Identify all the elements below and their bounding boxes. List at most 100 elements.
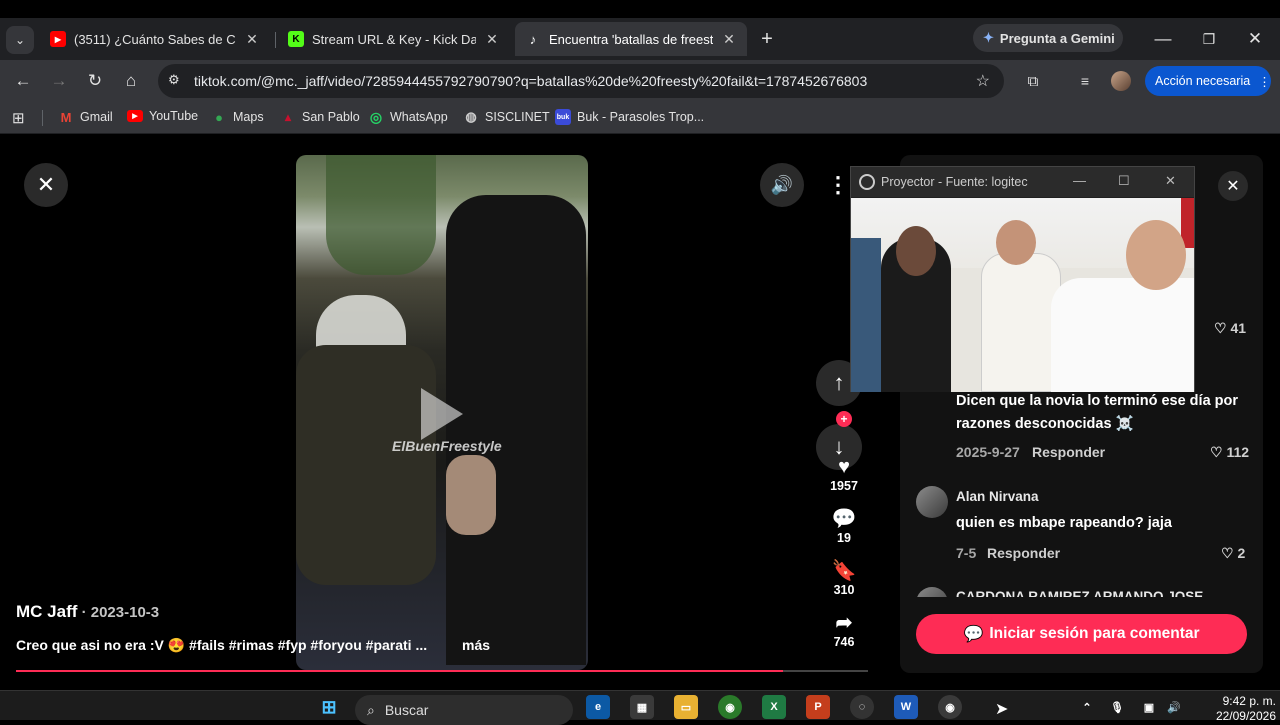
tab-bar: ⌄ ▶ (3511) ¿Cuánto Sabes de CULTU ✕ K St… xyxy=(0,18,1280,60)
word-icon[interactable]: W xyxy=(894,695,918,719)
bookmark-san-pablo[interactable]: ▴ San Pablo xyxy=(280,109,360,125)
video-player[interactable]: ElBuenFreestyle xyxy=(296,155,588,670)
microphone-icon[interactable]: 🎙 xyxy=(1105,695,1129,719)
bookmark-label: Buk - Parasoles Trop... xyxy=(577,110,705,124)
caption-more-link[interactable]: más xyxy=(462,637,490,653)
play-icon[interactable] xyxy=(421,388,463,440)
avatar[interactable] xyxy=(1108,68,1134,94)
bookmark-maps[interactable]: ● Maps xyxy=(211,109,264,125)
reload-button[interactable]: ↻ xyxy=(82,68,108,94)
forward-button[interactable]: → xyxy=(46,68,72,94)
close-panel-button[interactable]: ✕ xyxy=(1218,171,1248,201)
avatar[interactable] xyxy=(916,587,948,597)
bookmark-whatsapp[interactable]: ◎ WhatsApp xyxy=(368,109,448,125)
san-pablo-icon: ▴ xyxy=(284,110,292,124)
save-action[interactable]: 🔖 310 xyxy=(816,559,872,597)
speaker-icon[interactable]: 🔊 xyxy=(1162,695,1186,719)
tab-kick[interactable]: K Stream URL & Key - Kick Dashb ✕ xyxy=(278,22,510,56)
reply-button[interactable]: Responder xyxy=(1032,444,1105,460)
follow-plus-icon[interactable]: + xyxy=(836,411,852,427)
video-author[interactable]: MC Jaff · 2023-10-3 xyxy=(16,602,159,622)
maximize-button[interactable]: ☐ xyxy=(1118,173,1130,189)
windows-start-icon[interactable]: ⊞ xyxy=(317,695,341,719)
bookmark-buk[interactable]: buk Buk - Parasoles Trop... xyxy=(555,109,704,125)
back-button[interactable]: ← xyxy=(10,68,36,94)
bookmark-star-icon[interactable]: ☆ xyxy=(976,71,990,91)
bookmark-sisclinet[interactable]: ◍ SISCLINET xyxy=(463,109,550,125)
chevron-up-icon[interactable]: ⌃ xyxy=(1075,695,1099,719)
close-icon[interactable]: ✕ xyxy=(721,31,737,48)
volume-button[interactable]: 🔊 xyxy=(760,163,804,207)
tab-separator xyxy=(275,32,276,48)
action-needed-label: Acción necesaria xyxy=(1155,74,1251,88)
network-icon[interactable]: ▣ xyxy=(1137,695,1161,719)
bookmark-youtube[interactable]: ▶ YouTube xyxy=(127,109,198,123)
apps-grid-icon[interactable]: ⊞ xyxy=(12,109,25,127)
extensions-icon[interactable]: ⧉ xyxy=(1020,68,1046,94)
site-info-icon[interactable]: ⚙ xyxy=(168,72,180,88)
comment-text: Dicen que la novia lo terminó ese día po… xyxy=(956,393,1239,432)
commenter-name[interactable]: CARDONA RAMIREZ ARMANDO JOSE xyxy=(956,589,1203,597)
comment-text: quien es mbape rapeando? jaja xyxy=(956,515,1172,531)
taskbar-search[interactable]: ⌕ Buscar xyxy=(355,695,573,725)
address-bar[interactable]: ⚙ tiktok.com/@mc._jaff/video/72859444557… xyxy=(158,64,1004,98)
window-close-button[interactable]: ✕ xyxy=(1242,26,1268,52)
minimize-button[interactable]: — xyxy=(1073,173,1086,188)
home-button[interactable]: ⌂ xyxy=(118,68,144,94)
camera-scene-region xyxy=(996,220,1036,265)
media-controls-icon[interactable]: ≡ xyxy=(1072,68,1098,94)
action-needed-button[interactable]: Acción necesaria ⋮ xyxy=(1145,66,1271,96)
like-count: 112 xyxy=(1226,444,1250,460)
close-icon[interactable]: ✕ xyxy=(244,31,260,48)
close-icon[interactable]: ✕ xyxy=(1165,173,1176,189)
bookmark-icon: 🔖 xyxy=(831,560,857,582)
video-progress-bar[interactable] xyxy=(16,670,868,672)
obs-icon[interactable]: ◌ xyxy=(850,695,874,719)
excel-icon[interactable]: X xyxy=(762,695,786,719)
search-icon: ⌕ xyxy=(367,701,375,718)
kick-icon: K xyxy=(288,31,304,47)
commenter-name[interactable]: Alan Nirvana xyxy=(956,489,1039,504)
tab-tiktok[interactable]: ♪ Encuentra 'batallas de freesty fa ✕ xyxy=(515,22,747,56)
video-frame-region xyxy=(446,195,586,665)
restore-button[interactable]: ❐ xyxy=(1196,26,1222,52)
powerpoint-icon[interactable]: P xyxy=(806,695,830,719)
avatar[interactable] xyxy=(916,486,948,518)
projector-window[interactable]: Proyector - Fuente: logitec — ☐ ✕ xyxy=(850,166,1195,392)
chrome-active-icon[interactable]: ◉ xyxy=(938,695,962,719)
close-video-button[interactable]: ✕ xyxy=(24,163,68,207)
share-action[interactable]: ➦ 746 xyxy=(816,611,872,649)
projector-titlebar[interactable]: Proyector - Fuente: logitec — ☐ ✕ xyxy=(851,167,1194,197)
reply-button[interactable]: Responder xyxy=(987,545,1060,561)
share-count: 746 xyxy=(833,635,855,649)
comment-like[interactable]: ♡ 41 xyxy=(1214,320,1246,337)
tab-youtube[interactable]: ▶ (3511) ¿Cuánto Sabes de CULTU ✕ xyxy=(40,22,270,56)
chrome-icon[interactable]: ◉ xyxy=(718,695,742,719)
globe-icon: ◍ xyxy=(465,109,477,124)
comment-like[interactable]: ♡ 112 xyxy=(1210,444,1249,461)
browser-toolbar: ← → ↻ ⌂ ⚙ tiktok.com/@mc._jaff/video/728… xyxy=(0,60,1280,102)
gemini-button[interactable]: ✦ Pregunta a Gemini xyxy=(973,24,1123,52)
whatsapp-icon: ◎ xyxy=(369,108,383,125)
file-explorer-icon[interactable]: ▭ xyxy=(674,695,698,719)
comment-like[interactable]: ♡ 2 xyxy=(1221,545,1245,562)
video-caption: Creo que asi no era :V 😍 #fails #rimas #… xyxy=(16,637,428,653)
tab-search-button[interactable]: ⌄ xyxy=(6,26,34,54)
video-frame-region xyxy=(296,345,436,585)
save-count: 310 xyxy=(833,583,855,597)
camera-scene-region xyxy=(896,226,936,276)
new-tab-button[interactable]: + xyxy=(754,26,780,52)
login-to-comment-button[interactable]: 💬 Iniciar sesión para comentar xyxy=(916,614,1247,654)
bookmark-gmail[interactable]: M Gmail xyxy=(58,109,113,125)
minimize-button[interactable]: — xyxy=(1150,26,1176,52)
author-name[interactable]: MC Jaff xyxy=(16,602,77,621)
clock-time: 9:42 p. m. xyxy=(1222,694,1276,708)
close-icon[interactable]: ✕ xyxy=(484,31,500,48)
bookmark-label: SISCLINET xyxy=(485,110,550,124)
edge-icon[interactable]: e xyxy=(586,695,610,719)
like-action[interactable]: ♥ 1957 xyxy=(816,455,872,493)
comment-bubble-icon: 💬 xyxy=(831,508,857,530)
tab-title: Stream URL & Key - Kick Dashb xyxy=(312,31,476,47)
store-icon[interactable]: ▦ xyxy=(630,695,654,719)
comment-action[interactable]: 💬 19 xyxy=(816,507,872,545)
